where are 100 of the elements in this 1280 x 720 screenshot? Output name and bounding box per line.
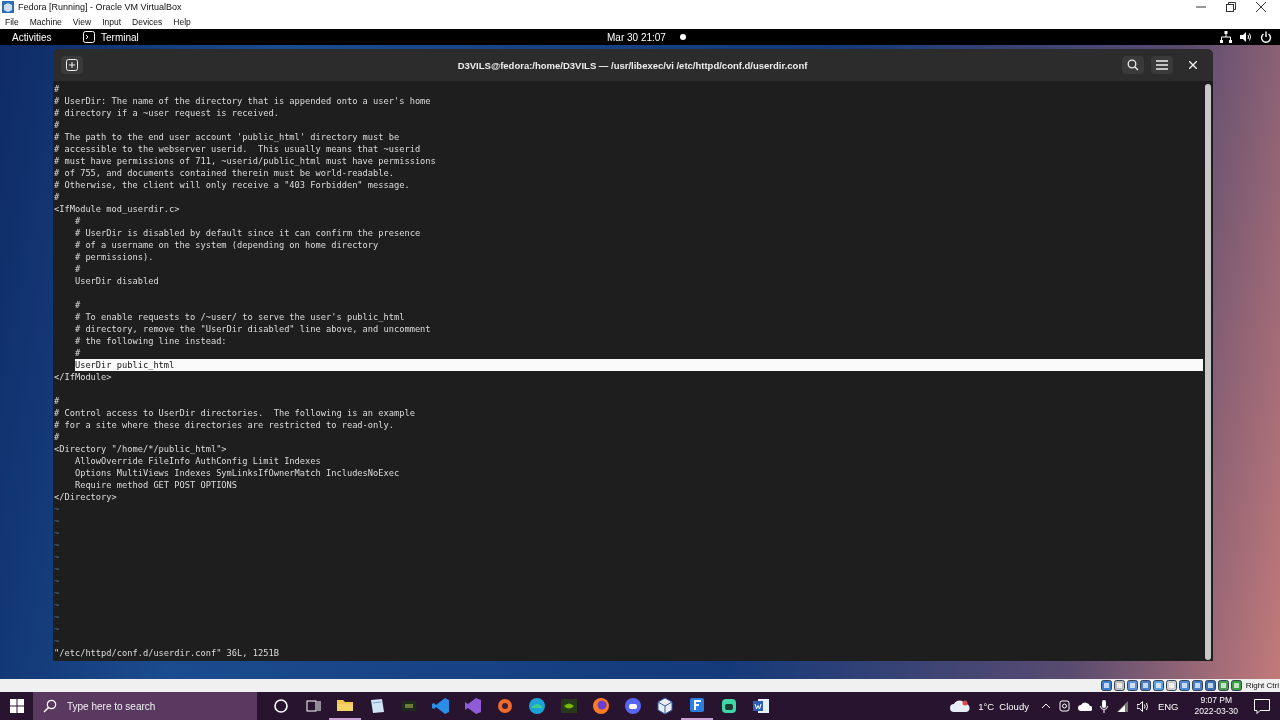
code-line: # — [54, 119, 60, 132]
network-icon[interactable] — [1139, 680, 1151, 692]
weather-label[interactable]: 1°C Cloudy — [978, 700, 1029, 712]
code-line: # The path to the end user account 'public_html' directory must be — [54, 131, 400, 144]
menu-item[interactable]: File — [5, 17, 19, 27]
menu-item[interactable]: Devices — [132, 17, 163, 27]
arrow-down-icon[interactable] — [1230, 680, 1242, 692]
code-line: # directory if a ~user request is received. — [54, 107, 279, 120]
microphone-icon[interactable] — [1099, 699, 1108, 713]
code-line: # — [74, 263, 81, 276]
menu-item[interactable]: View — [72, 17, 92, 27]
notification-icon[interactable] — [1254, 698, 1270, 714]
notification-dot-icon — [679, 34, 686, 41]
code-line: # must have permissions of 711, ~userid/public_html must have permissions — [54, 155, 436, 168]
empty-line-marker: ~ — [54, 503, 60, 516]
code-line: <Directory "/home/*/public_html"> — [54, 443, 227, 456]
wifi-icon[interactable] — [1115, 700, 1129, 712]
language-indicator[interactable]: ENG — [1157, 700, 1179, 712]
empty-line-marker: ~ — [54, 551, 60, 564]
start-icon[interactable] — [10, 699, 24, 713]
menu-button[interactable] — [1151, 56, 1173, 75]
pen-icon[interactable] — [1152, 680, 1164, 692]
empty-line-marker: ~ — [54, 575, 60, 588]
volume-icon[interactable] — [1240, 31, 1252, 44]
code-line: # UserDir: The name of the directory that is appended onto a user's home — [54, 95, 431, 108]
code-line: <IfModule mod_userdir.c> — [54, 203, 180, 216]
empty-line-marker: ~ — [54, 611, 60, 624]
code-line: Options MultiViews Indexes SymLinksIfOwnerMatch IncludesNoExec — [74, 467, 400, 480]
code-line: </Directory> — [54, 491, 117, 504]
menu-item[interactable]: Input — [102, 17, 122, 27]
empty-line-marker: ~ — [54, 623, 60, 636]
host-key-label: Right Ctrl — [1245, 681, 1280, 691]
camera-icon[interactable] — [1058, 700, 1070, 712]
document-icon[interactable] — [751, 696, 771, 716]
network-icon[interactable] — [1220, 31, 1232, 44]
terminal-title: D3VILS@fedora:/home/D3VILS — /usr/libexec/vi /etc/httpd/conf.d/userdir.conf — [456, 59, 809, 71]
app-menu[interactable]: Terminal — [101, 31, 139, 43]
cube-icon[interactable] — [655, 696, 675, 716]
code-line: # for a site where these directories are restricted to read-only. — [54, 419, 394, 432]
code-line: # — [54, 191, 60, 204]
usb-icon[interactable] — [1204, 680, 1216, 692]
search-field[interactable]: Type here to search — [33, 692, 257, 720]
code-line: Require method GET POST OPTIONS — [74, 479, 238, 492]
display-icon[interactable] — [1100, 680, 1112, 692]
empty-line-marker: ~ — [54, 539, 60, 552]
code-line: # of a username on the system (depending on home directory — [74, 239, 379, 252]
chat-bubble-icon[interactable] — [623, 696, 643, 716]
code-line: # — [54, 395, 60, 408]
globe-icon[interactable] — [1217, 680, 1229, 692]
code-line: # of 755, and documents contained therein must be world-readable. — [54, 167, 394, 180]
code-line: # accessible to the webserver userid. This usually means that ~userid — [54, 143, 421, 156]
clock[interactable]: Mar 30 21:07 — [607, 31, 666, 43]
display-icon[interactable] — [1178, 680, 1190, 692]
eye-icon[interactable] — [559, 696, 579, 716]
clock-date[interactable]: 2022-03-30 — [1194, 706, 1238, 717]
menu-icon — [1156, 60, 1168, 71]
code-line: # — [74, 299, 81, 312]
empty-line-marker: ~ — [54, 635, 60, 648]
new-tab-button[interactable] — [61, 56, 83, 75]
code-line: # To enable requests to /~user/ to serve the user's public_html — [74, 311, 405, 324]
code-line: # — [74, 215, 81, 228]
network-icon[interactable] — [1191, 680, 1203, 692]
wave-icon[interactable] — [527, 696, 547, 716]
code-line: # UserDir is disabled by default since it can confirm the presence — [74, 227, 421, 240]
code-line: # Otherwise, the client will only receive a "403 Forbidden" message. — [54, 179, 410, 192]
clock-time[interactable]: 9:07 PM — [1200, 695, 1233, 706]
status-line: "/etc/httpd/conf.d/userdir.conf" 36L, 1251B — [54, 647, 280, 660]
terminal-icon — [83, 31, 95, 44]
empty-line-marker: ~ — [54, 563, 60, 576]
weather-cloud-icon[interactable] — [950, 699, 971, 713]
search-icon — [43, 699, 57, 713]
search-icon — [1127, 59, 1139, 72]
folder-icon[interactable] — [1165, 680, 1177, 692]
window-title: Fedora [Running] - Oracle VM VirtualBox — [18, 2, 183, 13]
code-line: # permissions). — [74, 251, 154, 264]
code-line: # Control access to UserDir directories. The following is an example — [54, 407, 415, 420]
menu-item[interactable]: Help — [173, 17, 191, 27]
plus-icon — [66, 59, 78, 72]
code-line: </IfModule> — [54, 371, 112, 384]
empty-line-marker: ~ — [54, 527, 60, 540]
search-button[interactable] — [1122, 56, 1144, 75]
volume-icon[interactable] — [1136, 700, 1150, 712]
chevron-up-icon[interactable] — [1040, 703, 1051, 709]
cloud-icon[interactable] — [1077, 701, 1092, 711]
scrollbar[interactable] — [1205, 84, 1211, 661]
disc-icon[interactable] — [1113, 680, 1125, 692]
restore-icon[interactable] — [1226, 2, 1236, 13]
ring-icon[interactable] — [495, 696, 515, 716]
circle-icon[interactable] — [271, 696, 291, 716]
activities-button[interactable]: Activities — [12, 31, 83, 43]
close-icon[interactable] — [1256, 2, 1266, 13]
power-icon[interactable] — [1260, 31, 1272, 44]
empty-line-marker: ~ — [54, 515, 60, 528]
robot-icon[interactable] — [719, 696, 739, 716]
cube-icon — [2, 1, 14, 14]
audio-icon[interactable] — [1126, 680, 1138, 692]
code-line: AllowOverride FileInfo AuthConfig Limit Indexes — [74, 455, 321, 468]
menu-item[interactable]: Machine — [29, 17, 62, 27]
empty-line-marker: ~ — [54, 599, 60, 612]
code-line: # — [74, 347, 81, 360]
